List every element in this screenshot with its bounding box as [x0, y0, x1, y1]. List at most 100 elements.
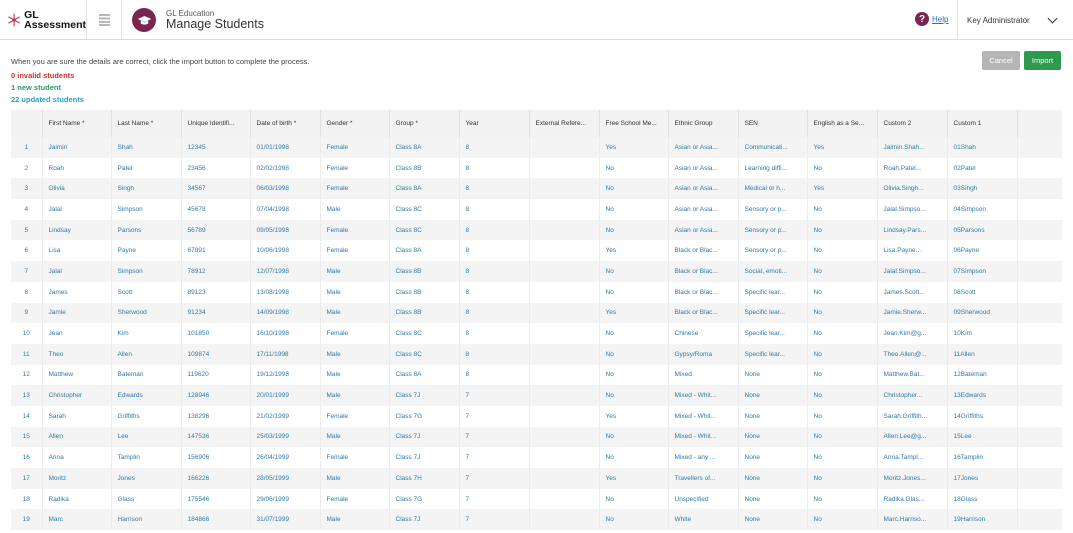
cell-ethnic-group: Mixed - Whit...	[668, 426, 739, 448]
table-row[interactable]: 2 Roah Patel 23456 02/02/1998 Female Class 8B 8…	[11, 157, 1062, 179]
cell-year: 8	[459, 178, 530, 200]
cell-group: Class 8A	[389, 178, 460, 200]
user-menu[interactable]: Key Administrator	[957, 0, 1073, 40]
table-row[interactable]: 4 Jalal Simpson 45678 07/04/1998 Male Class 8C…	[11, 199, 1062, 220]
cell-external-reference	[529, 261, 600, 282]
column-header-gender[interactable]: Gender *	[320, 110, 390, 137]
cell-group: Class 8B	[389, 261, 460, 282]
column-header-unique-identifier[interactable]: Unique Identifi...	[181, 110, 251, 137]
help-link[interactable]: Help	[932, 15, 948, 24]
cell-last-name: Scott	[111, 281, 182, 303]
updated-students-count: 22 updated students	[11, 95, 84, 104]
table-row[interactable]: 5 Lindsay Parsons 56789 09/05/1998 Female Clas…	[11, 219, 1062, 241]
column-header-group[interactable]: Group *	[389, 110, 460, 137]
cell-free-school-meals: No	[599, 219, 669, 241]
cell-year: 8	[459, 261, 530, 282]
cell-custom-2: Roah.Patel...	[877, 157, 948, 179]
cell-custom-1: 05Parsons	[947, 219, 1018, 241]
column-header-date-of-birth[interactable]: Date of birth *	[250, 110, 321, 137]
column-header-last-name[interactable]: Last Name *	[111, 110, 182, 137]
cell-first-name: Olivia	[42, 178, 112, 200]
column-header-year[interactable]: Year	[459, 110, 530, 137]
table-row[interactable]: 14 Sarah Griffiths 138296 21/02/1999 Female Cl…	[11, 405, 1062, 427]
cell-ethnic-group: Black or Blac...	[668, 281, 739, 303]
cell-last-name: Lee	[111, 426, 182, 448]
table-row[interactable]: 17 Moritz Jones 166226 28/05/1999 Male Class 7…	[11, 468, 1062, 489]
logo-line2: Assessment	[24, 19, 86, 31]
cancel-button[interactable]: Cancel	[982, 51, 1020, 70]
cell-gender: Female	[320, 323, 390, 344]
cell-external-reference	[529, 468, 600, 489]
table-row[interactable]: 8 James Scott 89123 13/08/1998 Male Class 8B 8 N…	[11, 281, 1062, 303]
column-header-english-second-language[interactable]: English as a Se...	[807, 110, 878, 137]
cell-external-reference	[529, 281, 600, 303]
table-row[interactable]: 1 Jaimin Shah 12345 01/01/1998 Female Class 8A…	[11, 137, 1062, 158]
cell-unique-identifier: 156906	[181, 447, 251, 468]
table-header-row: First Name * Last Name * Unique Identifi..…	[11, 110, 1062, 137]
cell-custom-2: Lisa.Payne...	[877, 240, 948, 262]
cell-gender: Male	[320, 199, 390, 220]
cell-first-name: Moritz	[42, 468, 112, 489]
cell-spacer	[1017, 426, 1062, 448]
column-header-sen[interactable]: SEN	[738, 110, 808, 137]
table-row[interactable]: 16 Anna Tamplin 156906 26/04/1999 Female Class…	[11, 447, 1062, 468]
cell-row-number: 7	[11, 261, 43, 282]
menu-button[interactable]	[86, 0, 122, 40]
cell-custom-1: 08Scott	[947, 281, 1018, 303]
column-header-external-reference[interactable]: External Refere...	[529, 110, 600, 137]
cell-custom-2: Sarah.Griffith...	[877, 405, 948, 427]
cell-year: 7	[459, 468, 530, 489]
table-row[interactable]: 6 Lisa Payne 67891 10/06/1998 Female Class 8A 8…	[11, 240, 1062, 262]
table-row[interactable]: 13 Christopher Edwards 128946 20/01/1999 Male…	[11, 385, 1062, 406]
column-header-custom-2[interactable]: Custom 2	[877, 110, 948, 137]
cell-custom-2: Lindsay.Pars...	[877, 219, 948, 241]
cell-custom-2: Jean.Kim@g...	[877, 323, 948, 344]
cell-external-reference	[529, 157, 600, 179]
cell-external-reference	[529, 302, 600, 324]
table-row[interactable]: 11 Theo Allen 109874 17/11/1998 Male Class 8C 8…	[11, 343, 1062, 365]
cell-row-number: 19	[11, 509, 43, 531]
cell-gender: Male	[320, 509, 390, 531]
cell-free-school-meals: No	[599, 426, 669, 448]
cell-gender: Female	[320, 137, 390, 158]
cell-custom-2: Jalal.Simpso...	[877, 199, 948, 220]
table-row[interactable]: 15 Allen Lee 147536 25/03/1999 Male Class 7J 7 N…	[11, 426, 1062, 448]
table-row[interactable]: 12 Matthew Bateman 119620 19/12/1998 Male Clas…	[11, 364, 1062, 386]
cell-unique-identifier: 109874	[181, 343, 251, 365]
table-row[interactable]: 19 Marc Harrison 184866 31/07/1999 Male Class …	[11, 509, 1062, 531]
cell-last-name: Jones	[111, 468, 182, 489]
cell-english-second-language: No	[807, 240, 878, 262]
cell-year: 8	[459, 240, 530, 262]
table-row[interactable]: 7 Jalal Simpson 78912 12/07/1998 Male Class 8B…	[11, 261, 1062, 282]
cell-unique-identifier: 78912	[181, 261, 251, 282]
cell-spacer	[1017, 364, 1062, 386]
column-header-first-name[interactable]: First Name *	[42, 110, 112, 137]
cell-english-second-language: No	[807, 281, 878, 303]
cell-row-number: 5	[11, 219, 43, 241]
table-row[interactable]: 3 Olivia Singh 34567 06/03/1998 Female Class 8…	[11, 178, 1062, 200]
cell-custom-2: Jalal.Simpso...	[877, 261, 948, 282]
column-header-custom-1[interactable]: Custom 1	[947, 110, 1018, 137]
import-button[interactable]: Import	[1024, 51, 1061, 70]
cell-custom-2: Moritz.Jones...	[877, 468, 948, 489]
students-table-container[interactable]: First Name * Last Name * Unique Identifi..…	[11, 110, 1062, 533]
cell-sen: Social, emoti...	[738, 261, 808, 282]
column-header-ethnic-group[interactable]: Ethnic Group	[668, 110, 739, 137]
cell-date-of-birth: 14/09/1998	[250, 302, 321, 324]
table-row[interactable]: 9 Jamie Sherwood 91234 14/09/1998 Male Class 8…	[11, 302, 1062, 324]
cell-spacer	[1017, 219, 1062, 241]
cell-sen: None	[738, 509, 808, 531]
cell-sen: None	[738, 488, 808, 510]
cell-sen: None	[738, 364, 808, 386]
cell-last-name: Edwards	[111, 385, 182, 406]
table-row[interactable]: 18 Radika Glass 175546 29/06/1999 Female Class…	[11, 488, 1062, 510]
gl-assessment-logo[interactable]: GL Assessment	[0, 0, 86, 40]
cell-unique-identifier: 184866	[181, 509, 251, 531]
table-row[interactable]: 10 Jean Kim 101850 16/10/1998 Female Class 8C 8…	[11, 323, 1062, 344]
column-header-free-school-meals[interactable]: Free School Me...	[599, 110, 669, 137]
help-button[interactable]: ? Help	[915, 12, 948, 26]
cell-external-reference	[529, 137, 600, 158]
cell-gender: Male	[320, 343, 390, 365]
cell-free-school-meals: Yes	[599, 405, 669, 427]
cell-unique-identifier: 101850	[181, 323, 251, 344]
